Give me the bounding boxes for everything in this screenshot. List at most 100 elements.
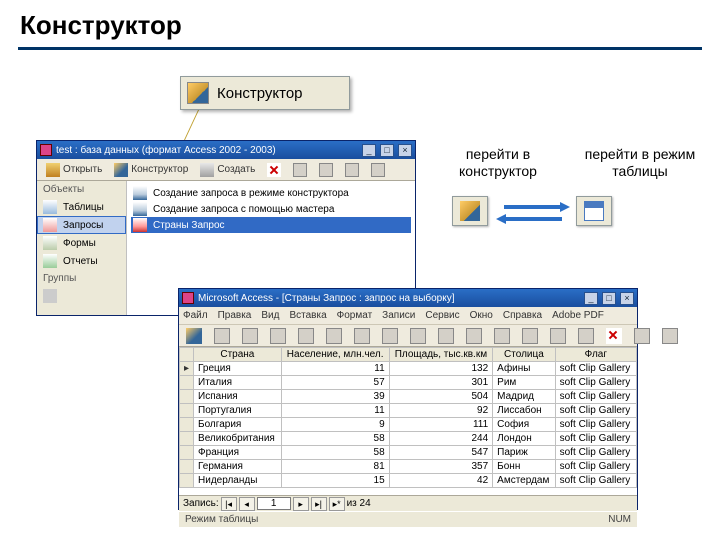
cell-flag[interactable]: soft Clip Gallery — [555, 390, 636, 404]
sidebar-dropdown[interactable] — [37, 287, 126, 305]
list-item[interactable]: Создание запроса в режиме конструктора — [131, 185, 411, 201]
menu-edit[interactable]: Правка — [218, 310, 252, 321]
cell-country[interactable]: Франция — [194, 446, 282, 460]
cell-population[interactable]: 58 — [281, 446, 389, 460]
cell-area[interactable]: 111 — [389, 418, 493, 432]
row-selector[interactable] — [180, 376, 194, 390]
sidebar-item-tables[interactable]: Таблицы — [37, 198, 126, 216]
menu-file[interactable]: Файл — [183, 310, 208, 321]
row-selector[interactable] — [180, 474, 194, 488]
cell-capital[interactable]: Мадрид — [493, 390, 556, 404]
table-row[interactable]: Италия57301Римsoft Clip Gallery — [180, 376, 637, 390]
maximize-button[interactable]: □ — [602, 292, 616, 305]
cell-country[interactable]: Италия — [194, 376, 282, 390]
cell-flag[interactable]: soft Clip Gallery — [555, 418, 636, 432]
datasheet-mode-toggle[interactable] — [576, 196, 612, 226]
row-selector[interactable] — [180, 432, 194, 446]
menu-window[interactable]: Окно — [470, 310, 493, 321]
cell-country[interactable]: Португалия — [194, 404, 282, 418]
sheet-titlebar[interactable]: Microsoft Access - [Страны Запрос : запр… — [179, 289, 637, 307]
row-selector[interactable] — [180, 418, 194, 432]
design-mode-button[interactable]: Конструктор — [180, 76, 350, 110]
table-row[interactable]: Нидерланды1542Амстердамsoft Clip Gallery — [180, 474, 637, 488]
cut-button[interactable] — [321, 327, 347, 345]
view-small-button[interactable] — [314, 161, 338, 179]
cell-flag[interactable]: soft Clip Gallery — [555, 446, 636, 460]
cell-capital[interactable]: Париж — [493, 446, 556, 460]
cell-country[interactable]: Германия — [194, 460, 282, 474]
cell-capital[interactable]: Бонн — [493, 460, 556, 474]
first-record-button[interactable]: |◂ — [221, 497, 237, 511]
cell-area[interactable]: 92 — [389, 404, 493, 418]
close-button[interactable]: × — [398, 144, 412, 157]
last-record-button[interactable]: ▸| — [311, 497, 327, 511]
undo-button[interactable] — [405, 327, 431, 345]
sort-desc-button[interactable] — [461, 327, 487, 345]
cell-population[interactable]: 57 — [281, 376, 389, 390]
cell-population[interactable]: 11 — [281, 404, 389, 418]
cell-flag[interactable]: soft Clip Gallery — [555, 460, 636, 474]
sort-asc-button[interactable] — [433, 327, 459, 345]
table-row[interactable]: Великобритания58244Лондонsoft Clip Galle… — [180, 432, 637, 446]
record-number-input[interactable] — [257, 497, 291, 510]
spell-button[interactable] — [293, 327, 319, 345]
open-button[interactable]: Открыть — [41, 161, 107, 179]
copy-button[interactable] — [349, 327, 375, 345]
cell-capital[interactable]: Амстердам — [493, 474, 556, 488]
sidebar-item-forms[interactable]: Формы — [37, 234, 126, 252]
view-details-button[interactable] — [366, 161, 390, 179]
row-selector[interactable] — [180, 404, 194, 418]
sidebar-item-reports[interactable]: Отчеты — [37, 252, 126, 270]
cell-population[interactable]: 58 — [281, 432, 389, 446]
cell-area[interactable]: 301 — [389, 376, 493, 390]
cell-flag[interactable]: soft Clip Gallery — [555, 404, 636, 418]
filter-sel-button[interactable] — [489, 327, 515, 345]
cell-population[interactable]: 11 — [281, 362, 389, 376]
menu-tools[interactable]: Сервис — [425, 310, 459, 321]
row-selector[interactable]: ▸ — [180, 362, 194, 376]
prev-record-button[interactable]: ◂ — [239, 497, 255, 511]
sidebar-item-queries[interactable]: Запросы — [37, 216, 126, 234]
col-header[interactable]: Столица — [493, 348, 556, 362]
cell-capital[interactable]: Лиссабон — [493, 404, 556, 418]
print-button[interactable] — [237, 327, 263, 345]
help-button[interactable] — [657, 327, 683, 345]
menu-format[interactable]: Формат — [337, 310, 373, 321]
table-row[interactable]: Франция58547Парижsoft Clip Gallery — [180, 446, 637, 460]
cell-flag[interactable]: soft Clip Gallery — [555, 474, 636, 488]
col-header[interactable]: Площадь, тыс.кв.км — [389, 348, 493, 362]
menu-insert[interactable]: Вставка — [289, 310, 326, 321]
view-list-button[interactable] — [340, 161, 364, 179]
menu-adobe[interactable]: Adobe PDF — [552, 310, 604, 321]
filter-form-button[interactable] — [517, 327, 543, 345]
table-row[interactable]: Болгария9111Софияsoft Clip Gallery — [180, 418, 637, 432]
new-record-nav-button[interactable]: ▸* — [329, 497, 345, 511]
cell-country[interactable]: Нидерланды — [194, 474, 282, 488]
table-row[interactable]: Португалия1192Лиссабонsoft Clip Gallery — [180, 404, 637, 418]
datasheet-grid[interactable]: Страна Население, млн.чел. Площадь, тыс.… — [179, 347, 637, 495]
maximize-button[interactable]: □ — [380, 144, 394, 157]
view-button[interactable] — [181, 327, 207, 345]
cell-population[interactable]: 9 — [281, 418, 389, 432]
row-selector[interactable] — [180, 460, 194, 474]
col-header[interactable]: Население, млн.чел. — [281, 348, 389, 362]
close-button[interactable]: × — [620, 292, 634, 305]
cell-area[interactable]: 547 — [389, 446, 493, 460]
find-button[interactable] — [545, 327, 571, 345]
db-titlebar[interactable]: test : база данных (формат Access 2002 -… — [37, 141, 415, 159]
save-button[interactable] — [209, 327, 235, 345]
view-large-button[interactable] — [288, 161, 312, 179]
cell-country[interactable]: Греция — [194, 362, 282, 376]
cell-capital[interactable]: София — [493, 418, 556, 432]
cell-country[interactable]: Испания — [194, 390, 282, 404]
paste-button[interactable] — [377, 327, 403, 345]
cell-capital[interactable]: Лондон — [493, 432, 556, 446]
cell-area[interactable]: 504 — [389, 390, 493, 404]
menu-records[interactable]: Записи — [382, 310, 415, 321]
minimize-button[interactable]: _ — [362, 144, 376, 157]
col-header[interactable]: Флаг — [555, 348, 636, 362]
new-button[interactable]: Создать — [195, 161, 260, 179]
cell-flag[interactable]: soft Clip Gallery — [555, 362, 636, 376]
next-record-button[interactable]: ▸ — [293, 497, 309, 511]
cell-flag[interactable]: soft Clip Gallery — [555, 376, 636, 390]
